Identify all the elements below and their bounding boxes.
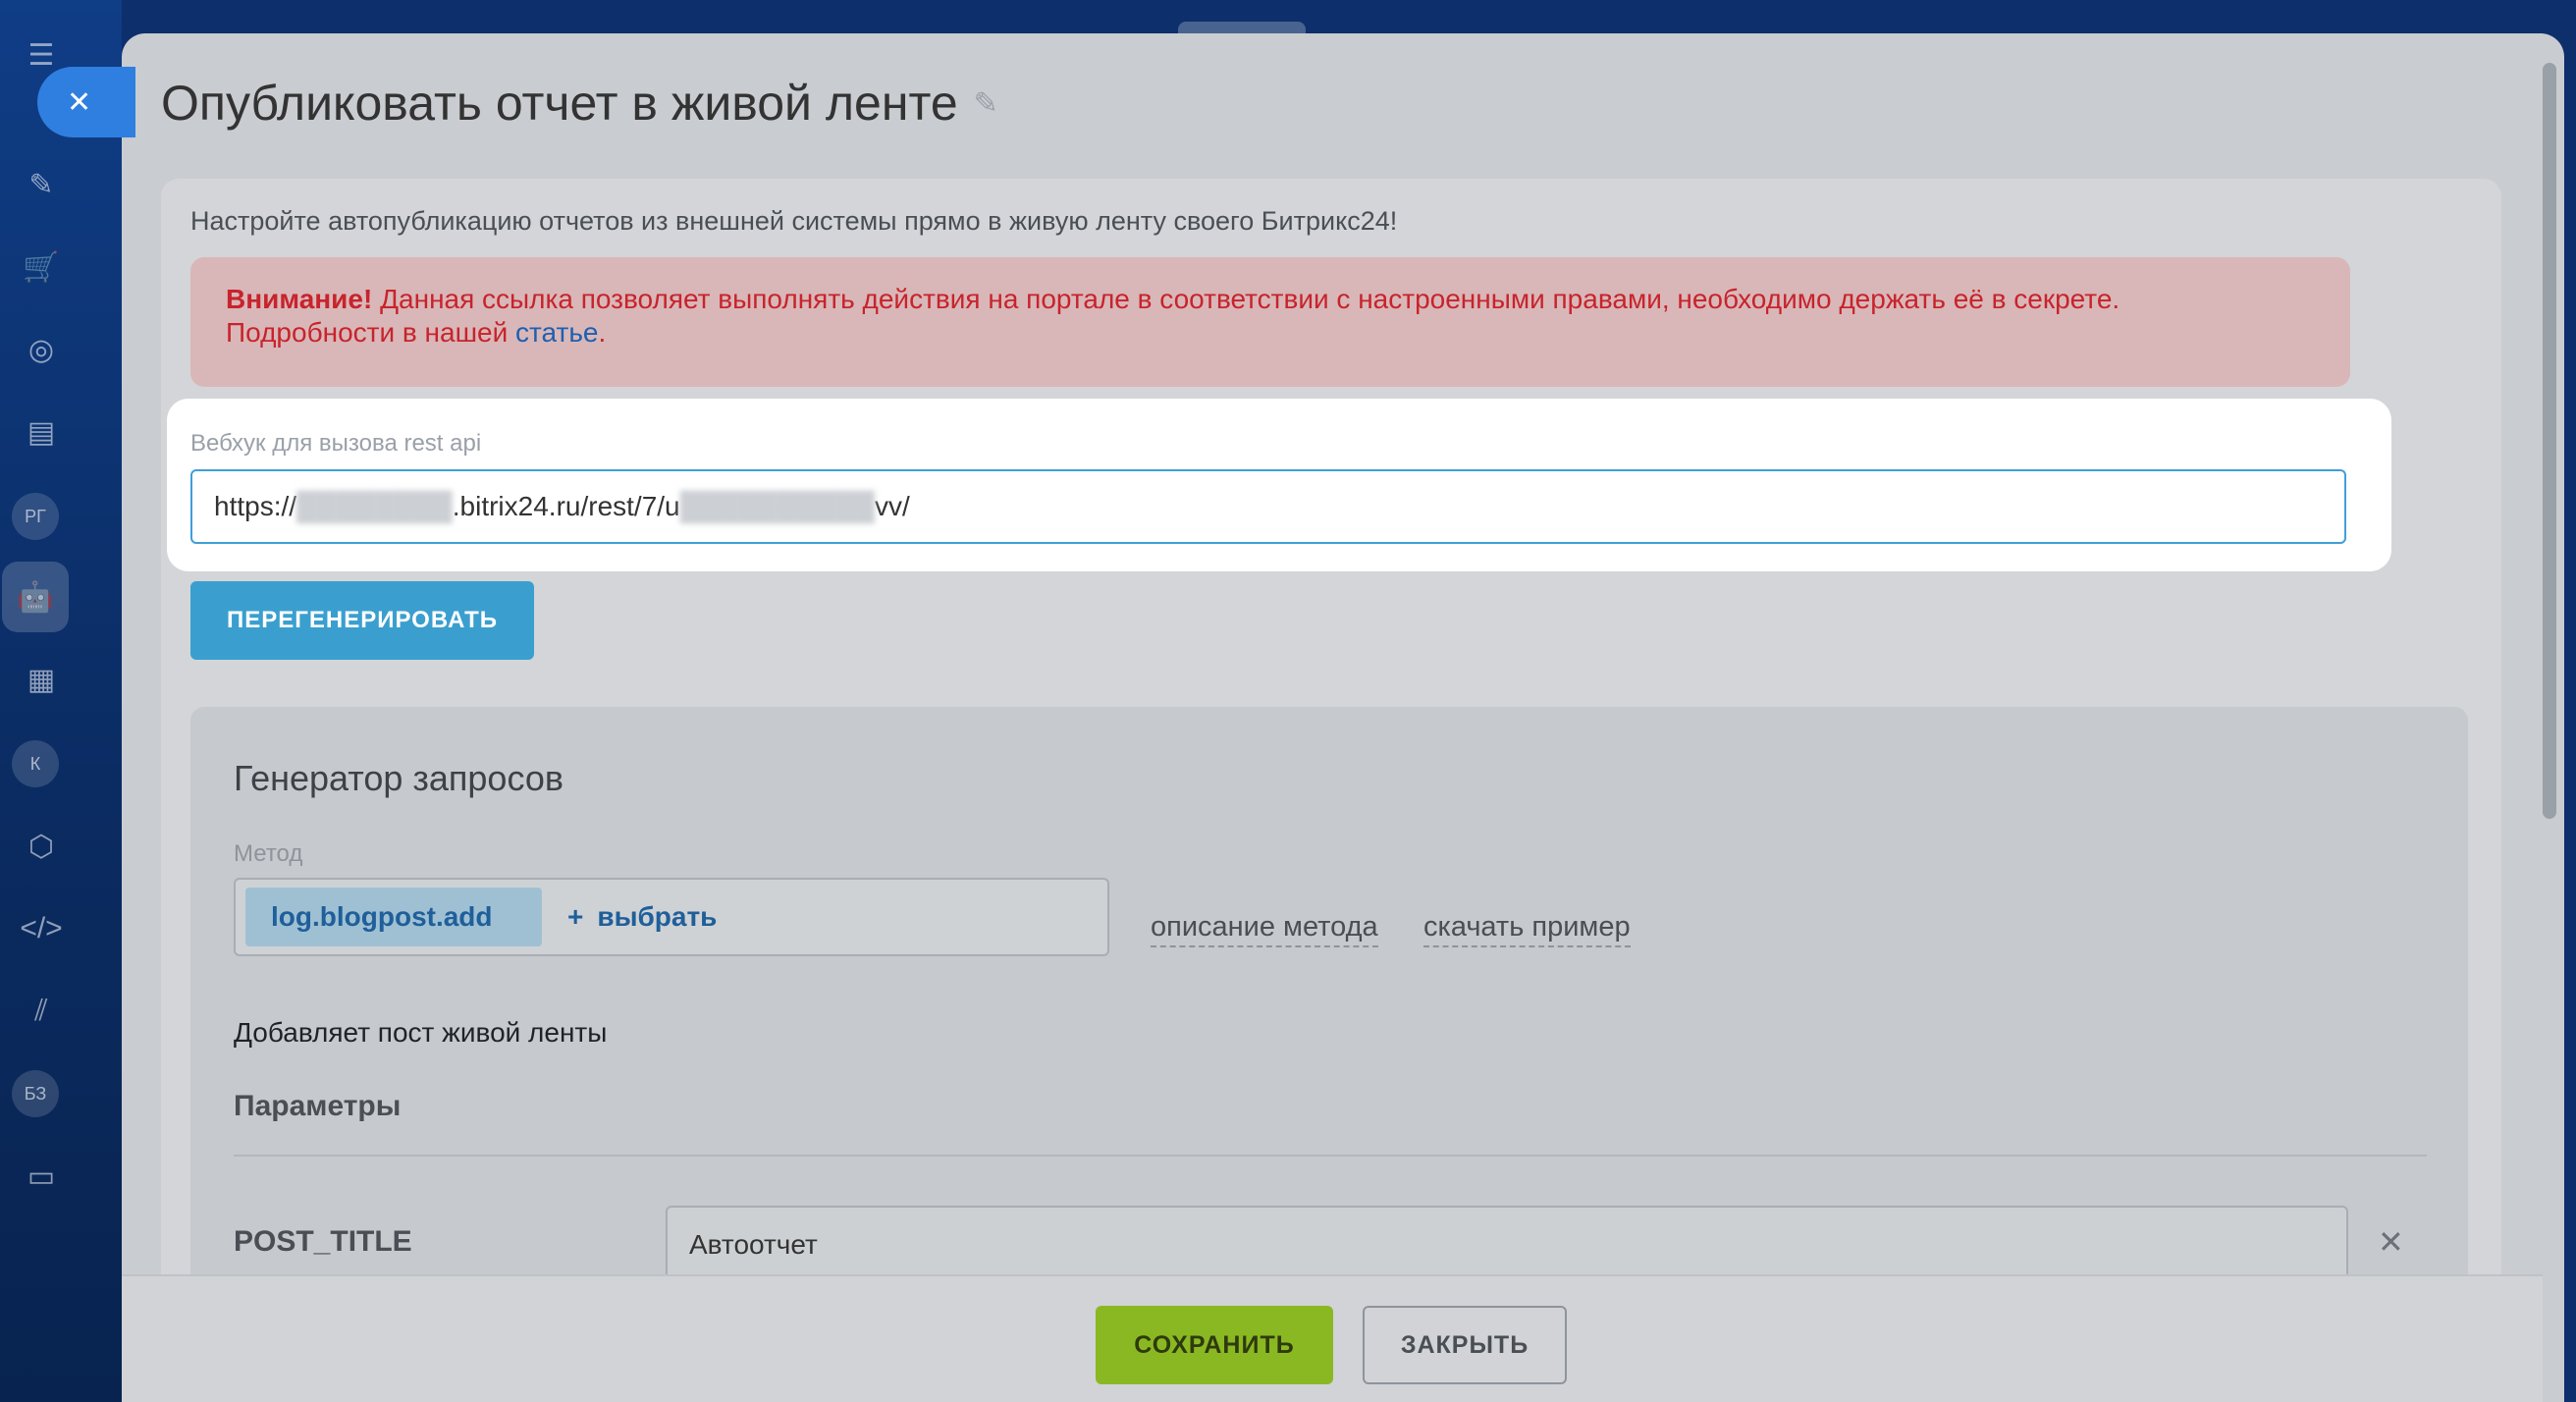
- alert-bold: Внимание!: [226, 284, 373, 314]
- alert-more-prefix: Подробности в нашей: [226, 317, 516, 348]
- regenerate-button[interactable]: ПЕРЕГЕНЕРИРОВАТЬ: [190, 581, 534, 660]
- tasks-icon[interactable]: ✎: [12, 155, 71, 214]
- webhook-label: Вебхук для вызова rest api: [190, 430, 482, 457]
- robot-icon[interactable]: 🤖: [2, 562, 69, 632]
- method-tag[interactable]: log.blogpost.add: [245, 888, 542, 946]
- method-doc-link[interactable]: описание метода: [1151, 911, 1378, 947]
- edit-pencil-icon[interactable]: ✎: [974, 86, 998, 121]
- alert-more-suffix: .: [598, 317, 607, 348]
- download-example-link[interactable]: скачать пример: [1423, 911, 1631, 947]
- sidebar-badge-rg[interactable]: РГ: [12, 493, 59, 540]
- footer-bar: СОХРАНИТЬ ЗАКРЫТЬ: [122, 1274, 2543, 1402]
- choose-label: выбрать: [597, 901, 718, 932]
- save-button[interactable]: СОХРАНИТЬ: [1096, 1306, 1333, 1384]
- method-description: Добавляет пост живой ленты: [234, 1017, 608, 1048]
- news-icon[interactable]: ▤: [12, 403, 71, 461]
- webhook-url-input[interactable]: https://████████ .bitrix24.ru/rest/7/u ███…: [190, 469, 2346, 544]
- code-icon[interactable]: </>: [12, 899, 71, 958]
- webhook-url-redacted: ██████████: [679, 491, 876, 521]
- generator-title: Генератор запросов: [234, 758, 564, 798]
- article-link[interactable]: статье: [515, 317, 598, 348]
- alert-text: Данная ссылка позволяет выполнять действ…: [372, 284, 2120, 314]
- plus-icon: +: [567, 901, 584, 932]
- remove-param-icon[interactable]: ✕: [2378, 1223, 2404, 1261]
- page-title-wrap: Опубликовать отчет в живой ленте ✎: [161, 75, 998, 132]
- target-icon[interactable]: ◎: [12, 320, 71, 379]
- params-title: Параметры: [234, 1090, 402, 1122]
- webhook-url-part: https://: [214, 491, 297, 521]
- divider: [234, 1155, 2427, 1157]
- webhook-url-part: .bitrix24.ru/rest/7/u: [452, 491, 680, 521]
- close-icon: ✕: [67, 85, 92, 119]
- webhook-url-redacted: ████████: [296, 491, 453, 521]
- choose-method-button[interactable]: + выбрать: [567, 888, 717, 946]
- cart-icon[interactable]: 🛒: [12, 238, 71, 297]
- webhook-section: Вебхук для вызова rest api https://█████…: [167, 399, 2391, 571]
- webhook-url-part: vv/: [875, 491, 910, 521]
- stripes-icon[interactable]: ⫽: [12, 982, 71, 1041]
- left-sidebar: ☰ ✎ 🛒 ◎ ▤ РГ 🤖 ▦ К ⬡ </> ⫽ БЗ ▭: [0, 0, 122, 1402]
- param-name: POST_TITLE: [234, 1225, 412, 1258]
- method-selector[interactable]: log.blogpost.add + выбрать: [234, 878, 1109, 956]
- box-icon[interactable]: ⬡: [12, 817, 71, 876]
- page-title: Опубликовать отчет в живой ленте: [161, 76, 958, 131]
- close-slider-button[interactable]: ✕: [37, 67, 135, 137]
- intro-text: Настройте автопубликацию отчетов из внеш…: [190, 206, 1398, 236]
- calendar-icon[interactable]: ▦: [12, 650, 71, 709]
- method-label: Метод: [234, 840, 303, 867]
- sidebar-badge-k[interactable]: К: [12, 740, 59, 787]
- warning-alert: Внимание! Данная ссылка позволяет выполн…: [190, 257, 2350, 387]
- slider-panel: Опубликовать отчет в живой ленте ✎ Настр…: [122, 33, 2564, 1402]
- close-button[interactable]: ЗАКРЫТЬ: [1363, 1306, 1567, 1384]
- archive-icon[interactable]: ▭: [12, 1147, 71, 1206]
- scrollbar[interactable]: [2543, 63, 2556, 819]
- sidebar-badge-bz[interactable]: БЗ: [12, 1070, 59, 1117]
- param-value-input[interactable]: Автоотчет: [666, 1206, 2348, 1284]
